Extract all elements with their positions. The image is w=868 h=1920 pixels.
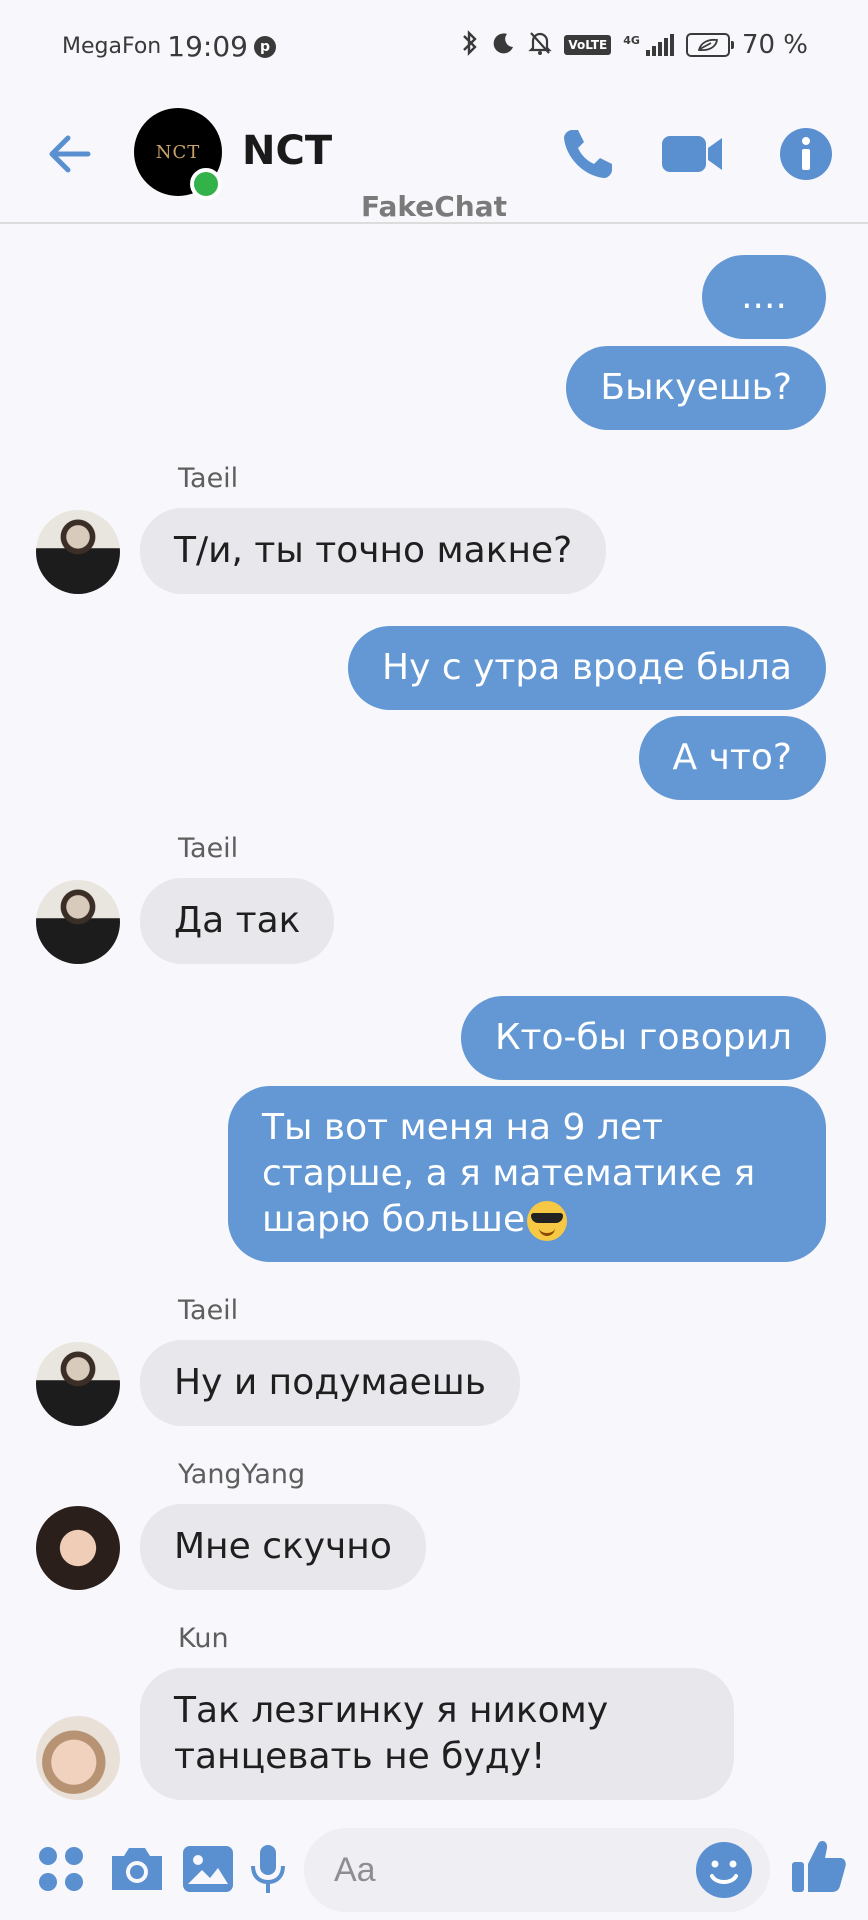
message-bubble-incoming[interactable]: Мне скучно <box>140 1504 426 1590</box>
message-bubble-incoming[interactable]: Ну и подумаешь <box>140 1340 520 1426</box>
message-bubble-incoming[interactable]: Т/и, ты точно макне? <box>140 508 607 594</box>
bluetooth-icon <box>460 30 480 60</box>
sender-name: Taeil <box>178 463 239 494</box>
chat-title[interactable]: NCT <box>242 128 332 174</box>
group-logo: NCT <box>155 141 201 163</box>
apps-grid-icon[interactable] <box>34 1842 88 1896</box>
moon-icon <box>492 31 516 59</box>
emoji-icon[interactable] <box>694 1840 754 1900</box>
message-line: Ты вот меня на 9 лет <box>262 1107 663 1148</box>
message-bubble-outgoing[interactable]: Кто-бы говорил <box>460 996 826 1080</box>
message-line: Так лезгинку я никому <box>174 1690 609 1731</box>
camera-icon[interactable] <box>108 1842 166 1896</box>
info-icon[interactable] <box>776 124 836 184</box>
carrier-name: MegaFon <box>62 34 162 59</box>
sender-name: YangYang <box>178 1459 306 1490</box>
message-bubble-incoming[interactable]: Так лезгинку я никому танцевать не буду! <box>140 1668 734 1800</box>
sender-name: Taeil <box>178 833 239 864</box>
avatar-taeil[interactable] <box>36 510 120 594</box>
avatar-yangyang[interactable] <box>36 1506 120 1590</box>
message-line: шарю больше <box>262 1197 568 1243</box>
gallery-icon[interactable] <box>180 1842 236 1896</box>
back-arrow-icon[interactable] <box>44 124 104 184</box>
message-bubble-outgoing[interactable]: .... <box>702 255 826 339</box>
avatar-taeil[interactable] <box>36 880 120 964</box>
sender-name: Kun <box>178 1623 229 1654</box>
message-line: старше, а я математике я <box>262 1153 756 1194</box>
status-bar: MegaFon 19:09 p VoLTE 4G 70 % <box>0 0 868 98</box>
microphone-icon[interactable] <box>248 1842 288 1896</box>
avatar-taeil[interactable] <box>36 1342 120 1426</box>
sunglasses-emoji-icon <box>527 1201 568 1241</box>
chat-header: NCT NCT FakeChat <box>0 98 868 224</box>
message-bubble-incoming[interactable]: Да так <box>140 878 335 964</box>
battery-icon <box>685 33 734 57</box>
status-time: 19:09 <box>167 30 248 63</box>
bell-muted-icon <box>528 30 552 60</box>
thumbs-up-icon[interactable] <box>790 1836 848 1896</box>
message-bubble-outgoing[interactable]: Ты вот меня на 9 лет старше, а я математ… <box>228 1086 826 1262</box>
message-bubble-outgoing[interactable]: А что? <box>638 716 826 800</box>
message-bubble-outgoing[interactable]: Ну с утра вроде была <box>348 626 826 710</box>
avatar-kun[interactable] <box>36 1716 120 1800</box>
sender-name: Taeil <box>178 1295 239 1326</box>
watermark: FakeChat <box>360 190 507 223</box>
battery-percent: 70 % <box>741 30 808 60</box>
phone-icon[interactable] <box>558 124 618 184</box>
message-bubble-outgoing[interactable]: Быкуешь? <box>566 346 826 430</box>
status-left: MegaFon 19:09 p <box>62 30 276 63</box>
message-line: танцевать не буду! <box>174 1736 546 1777</box>
pinterest-icon: p <box>253 35 276 58</box>
video-camera-icon[interactable] <box>660 124 726 184</box>
network-type: 4G <box>623 33 640 47</box>
volte-badge: VoLTE <box>564 35 612 55</box>
signal-icon <box>645 34 674 56</box>
composer-bar <box>0 1820 868 1920</box>
status-right: VoLTE 4G 70 % <box>460 30 808 60</box>
